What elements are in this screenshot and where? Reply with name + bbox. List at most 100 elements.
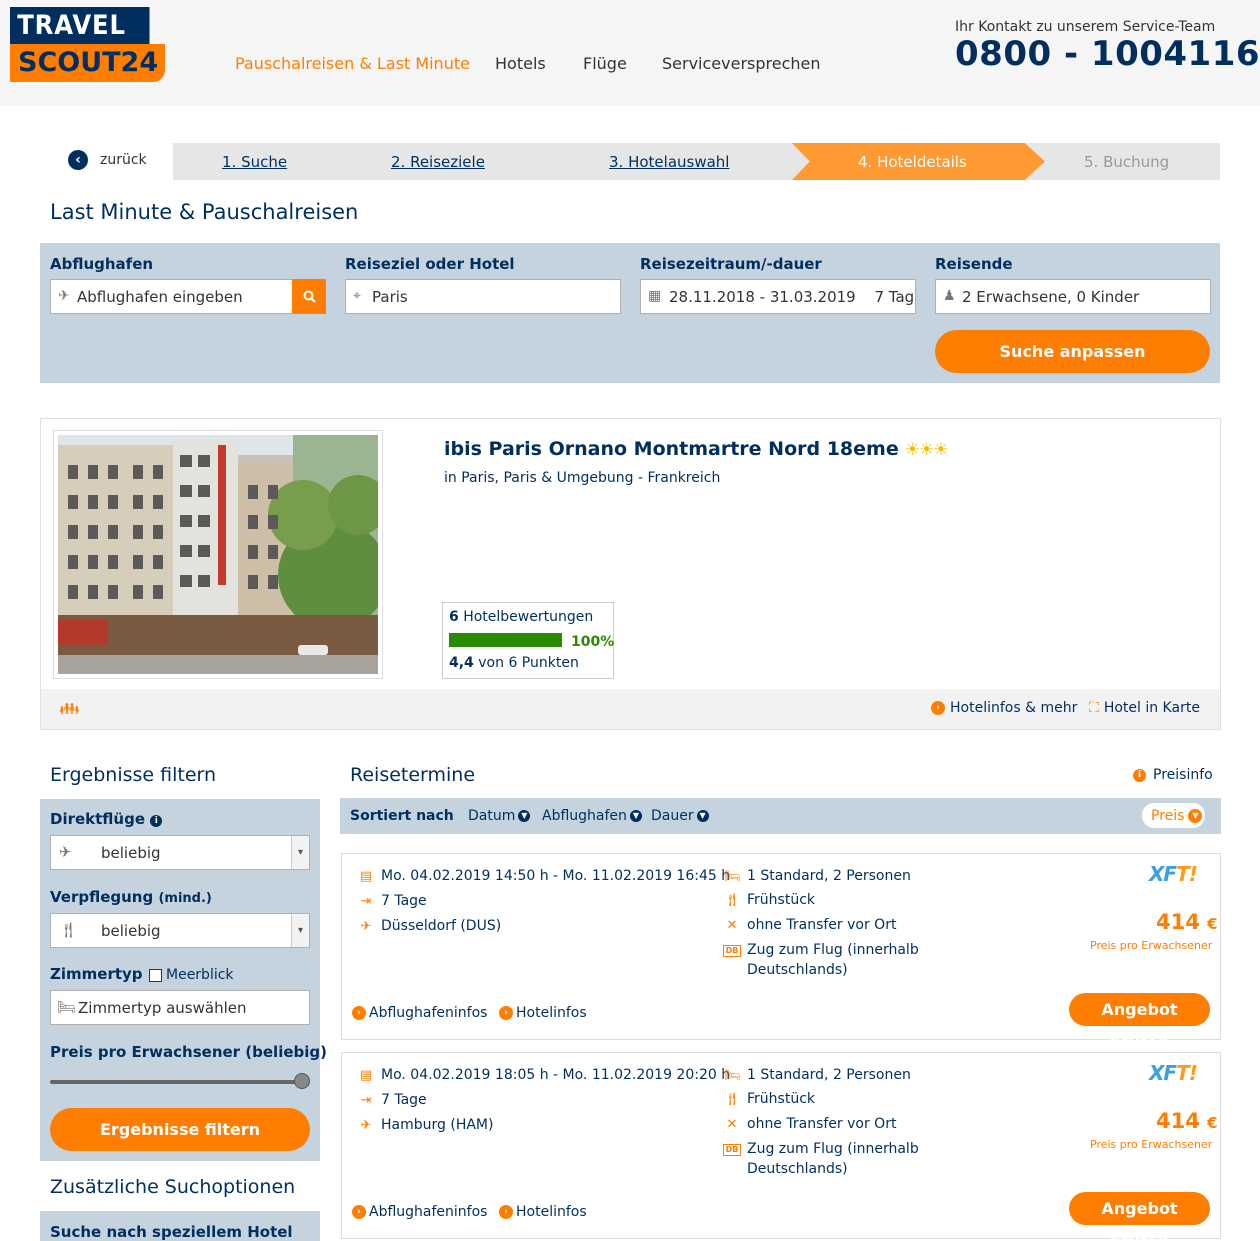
calendar-icon: ▤ — [359, 1068, 373, 1083]
step-hoteldetails-active: 4. Hoteldetails — [792, 143, 1045, 180]
departure-search-button[interactable] — [292, 279, 326, 314]
departure-input[interactable]: ✈ Abflughafen eingeben — [50, 279, 294, 314]
room-type-input[interactable]: 🛏︎ Zimmertyp auswählen — [50, 990, 310, 1025]
map-icon: ⛶ — [1089, 700, 1099, 716]
board-select[interactable]: 🍴︎ beliebig ▾ — [50, 913, 310, 948]
offer-room: 1 Standard, 2 Personen — [747, 868, 911, 884]
cutlery-icon: 🍴︎ — [59, 921, 79, 939]
results-title: Reisetermine — [350, 764, 476, 786]
reviews-line: 6 Hotelbewertungen — [449, 609, 607, 625]
info-icon[interactable]: i — [150, 815, 163, 827]
sort-preis-label: Preis — [1151, 808, 1185, 824]
sort-dauer-label: Dauer — [651, 808, 694, 824]
step-reiseziele[interactable]: 2. Reiseziele — [391, 153, 485, 171]
direct-flights-value: beliebig — [101, 844, 161, 862]
bed-icon: 🛏︎ — [724, 1068, 741, 1083]
db-train-icon: DB — [723, 1144, 741, 1156]
chevron-down-icon: ▼ — [629, 810, 642, 822]
destination-input[interactable]: ⌖ Paris — [345, 279, 621, 314]
chevron-down-icon: ▼ — [1188, 809, 1203, 823]
board-label-text: Verpflegung — [50, 888, 154, 906]
price-slider-track[interactable] — [50, 1080, 302, 1084]
destination-label: Reiseziel oder Hotel — [345, 255, 515, 273]
airport-info-label: Abflughafeninfos — [369, 1204, 488, 1220]
offer-price: 414 € — [1156, 910, 1218, 934]
search-panel: Abflughafen ✈ Abflughafen eingeben Reise… — [40, 243, 1220, 383]
sort-dauer[interactable]: Dauer ▼ — [651, 808, 709, 824]
check-offer-button[interactable]: Angebot prüfen — [1069, 993, 1210, 1052]
travellers-input[interactable]: ♟ 2 Erwachsene, 0 Kinder — [935, 279, 1211, 314]
reviews-count: 6 — [449, 609, 459, 625]
logo-scout24[interactable]: SCOUT24 — [10, 44, 165, 82]
rating-box[interactable]: 6 Hotelbewertungen 100% 4,4 von 6 Punkte… — [442, 602, 614, 679]
bed-icon: 🛏︎ — [57, 998, 77, 1016]
nav-pauschalreisen[interactable]: Pauschalreisen & Last Minute — [235, 54, 470, 73]
offer-dates: Mo. 04.02.2019 14:50 h - Mo. 11.02.2019 … — [381, 868, 731, 884]
offer-duration: 7 Tage — [381, 893, 427, 909]
hotel-info-link[interactable]: › Hotelinfos & mehr — [931, 700, 1077, 716]
hotel-name: ibis Paris Ornano Montmartre Nord 18eme ☀… — [444, 438, 949, 460]
offer-price-note: Preis pro Erwachsener — [1090, 1138, 1213, 1151]
price-info-label: Preisinfo — [1153, 767, 1213, 783]
offer-duration: 7 Tage — [381, 1092, 427, 1108]
airport-info-label: Abflughafeninfos — [369, 1005, 488, 1021]
price-slider-handle[interactable] — [294, 1073, 310, 1089]
check-offer-button[interactable]: Angebot prüfen — [1069, 1192, 1210, 1241]
hotel-map-link[interactable]: ⛶ Hotel in Karte — [1089, 700, 1200, 716]
search-submit-button[interactable]: Suche anpassen — [935, 330, 1210, 373]
offer-train-line1: Zug zum Flug (innerhalb — [747, 942, 919, 958]
price-info-link[interactable]: i Preisinfo — [1133, 767, 1213, 783]
offer-airport: Düsseldorf (DUS) — [381, 918, 502, 934]
sort-datum-label: Datum — [468, 808, 516, 824]
board-min-text: (mind.) — [158, 891, 212, 906]
chevron-right-icon: › — [931, 701, 945, 715]
direct-flights-label: Direktflüge i — [50, 810, 163, 828]
sort-preis-active[interactable]: Preis ▼ — [1142, 803, 1205, 828]
price-label: Preis pro Erwachsener (beliebig) — [50, 1043, 327, 1061]
airport-info-link[interactable]: › Abflughafeninfos — [352, 1204, 487, 1220]
seaview-checkbox[interactable]: Meerblick — [149, 967, 234, 983]
search-icon — [303, 290, 316, 303]
airport-info-link[interactable]: › Abflughafeninfos — [352, 1005, 487, 1021]
no-transfer-icon: ✕ — [726, 918, 738, 933]
nav-serviceversprechen[interactable]: Serviceversprechen — [662, 54, 821, 73]
family-icon: 👪︎ — [59, 699, 80, 718]
filter-submit-button[interactable]: Ergebnisse filtern — [50, 1108, 310, 1151]
logo-travel[interactable]: TRAVEL — [10, 7, 150, 44]
nav-hotels[interactable]: Hotels — [495, 54, 546, 73]
hotel-info-link[interactable]: › Hotelinfos — [499, 1005, 587, 1021]
special-hotel-panel[interactable]: Suche nach speziellem Hotel — [40, 1211, 320, 1241]
sort-abflughafen[interactable]: Abflughafen ▼ — [542, 808, 642, 824]
sort-bar: Sortiert nach Datum ▼ Abflughafen ▼ Dauer ▼… — [340, 798, 1221, 834]
offer-price: 414 € — [1156, 1109, 1218, 1133]
star-rating-icon: ☀☀☀ — [904, 440, 949, 460]
chevron-right-icon: › — [499, 1006, 513, 1020]
direct-flights-select[interactable]: ✈ beliebig ▾ — [50, 835, 310, 870]
sort-datum[interactable]: Datum ▼ — [468, 808, 531, 824]
plane-icon: ✈ — [360, 919, 372, 934]
chevron-down-icon: ▼ — [696, 810, 709, 822]
hotel-card: ibis Paris Ornano Montmartre Nord 18eme ☀… — [40, 418, 1221, 730]
room-type-placeholder: Zimmertyp auswählen — [78, 999, 247, 1017]
reviews-label: Hotelbewertungen — [463, 609, 594, 625]
hotel-info-link[interactable]: › Hotelinfos — [499, 1204, 587, 1220]
step-buchung: 5. Buchung — [1084, 153, 1170, 171]
filter-title: Ergebnisse filtern — [50, 764, 217, 786]
offer-transfer: ohne Transfer vor Ort — [747, 917, 897, 933]
duration-icon: ⇥ — [360, 1093, 372, 1108]
chevron-right-icon: › — [352, 1205, 366, 1219]
step-suche[interactable]: 1. Suche — [222, 153, 287, 171]
travellers-value: 2 Erwachsene, 0 Kinder — [962, 288, 1140, 306]
period-input[interactable]: ▦ 28.11.2018 - 31.03.2019 7 Tage — [640, 279, 916, 314]
step-hotelauswahl[interactable]: 3. Hotelauswahl — [609, 153, 729, 171]
hotel-photo[interactable] — [53, 430, 383, 679]
checkbox-box[interactable] — [149, 968, 162, 982]
direct-flights-text: Direktflüge — [50, 810, 146, 828]
contact-phone[interactable]: 0800 - 1004116 — [955, 34, 1260, 74]
chevron-right-icon: › — [499, 1205, 513, 1219]
nav-fluege[interactable]: Flüge — [583, 54, 627, 73]
back-link[interactable]: ‹ zurück — [68, 150, 147, 170]
contact-label: Ihr Kontakt zu unserem Service-Team — [955, 19, 1216, 35]
chevron-down-icon: ▾ — [291, 914, 309, 947]
cutlery-icon: 🍴︎ — [724, 1092, 741, 1107]
